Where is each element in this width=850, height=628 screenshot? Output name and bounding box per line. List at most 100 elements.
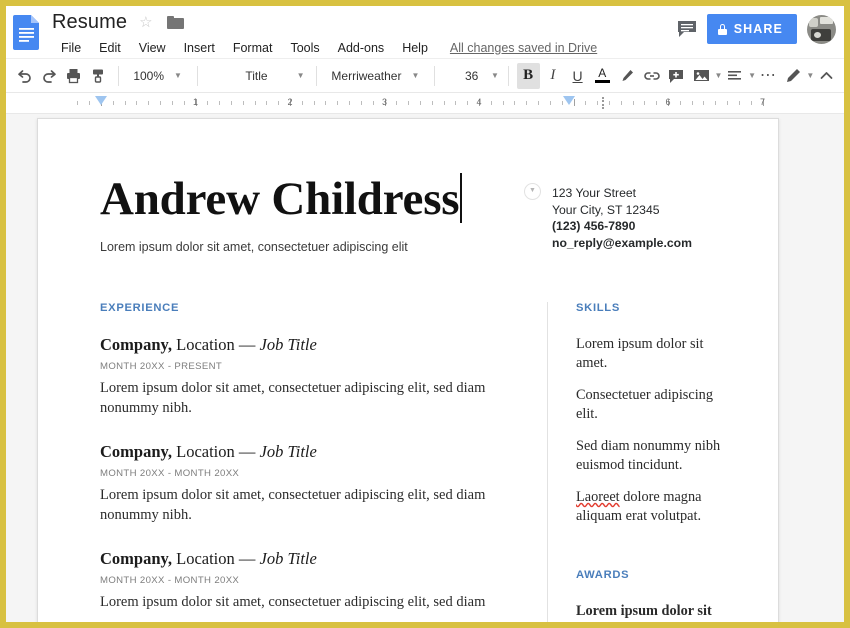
underline-button[interactable]: U xyxy=(566,63,589,89)
ruler-tick xyxy=(514,101,516,105)
menu-item-addons[interactable]: Add-ons xyxy=(329,38,394,58)
ruler-tick xyxy=(490,101,492,105)
toolbar-divider xyxy=(434,65,436,86)
ruler-tick xyxy=(597,101,599,105)
chevron-down-icon[interactable]: ▼ xyxy=(748,71,756,80)
ruler-tick xyxy=(443,101,445,105)
paint-format-icon[interactable] xyxy=(87,63,110,89)
toolbar-divider xyxy=(196,65,198,86)
ruler-tick xyxy=(124,101,126,105)
edit-pencil-icon[interactable] xyxy=(782,63,805,89)
experience-entry[interactable]: Company, Location — Job Title MONTH 20XX… xyxy=(100,442,525,525)
job-location: Location xyxy=(176,335,235,354)
share-button[interactable]: SHARE xyxy=(706,14,797,44)
menu-item-format[interactable]: Format xyxy=(224,38,282,58)
paragraph-style-select[interactable]: Title ▼ xyxy=(204,64,308,88)
ruler-tick xyxy=(538,101,540,105)
insert-image-icon[interactable] xyxy=(690,63,713,89)
font-size-select[interactable]: 36 ▼ xyxy=(442,64,501,88)
italic-button[interactable]: I xyxy=(542,63,565,89)
text-color-swatch xyxy=(594,80,610,83)
text-color-button[interactable]: A xyxy=(591,63,614,89)
folder-icon[interactable] xyxy=(166,15,184,29)
google-docs-window: Resume ☆ File Edit View Insert Format To… xyxy=(0,0,850,628)
zoom-select[interactable]: 100% ▼ xyxy=(126,64,190,88)
font-family-select[interactable]: Merriweather ▼ xyxy=(323,64,427,88)
share-button-label: SHARE xyxy=(733,22,783,36)
google-docs-icon[interactable] xyxy=(12,14,42,50)
award-entry[interactable]: Lorem ipsum dolor sit amet Consectetuer … xyxy=(576,602,724,622)
undo-icon[interactable] xyxy=(13,63,36,89)
highlight-pen-icon[interactable] xyxy=(616,63,639,89)
menu-item-view[interactable]: View xyxy=(130,38,175,58)
paragraph-style-value: Title xyxy=(245,68,268,83)
bold-button[interactable]: B xyxy=(516,62,540,89)
menu-item-insert[interactable]: Insert xyxy=(175,38,224,58)
chevron-down-icon[interactable]: ▼ xyxy=(714,71,722,80)
ruler-tick xyxy=(620,101,622,105)
ruler-tick xyxy=(656,101,658,105)
ruler[interactable]: 1 2 3 4 6 7 xyxy=(6,92,844,114)
left-indent-marker[interactable] xyxy=(95,96,107,105)
ruler-number: 6 xyxy=(665,97,671,107)
misspelled-word[interactable]: Laoreet xyxy=(576,489,620,505)
ruler-scale: 1 2 3 4 6 7 xyxy=(43,93,785,113)
resume-body: EXPERIENCE Company, Location — Job Title… xyxy=(100,302,724,622)
job-heading: Company, Location — Job Title xyxy=(100,549,525,569)
skill-item[interactable]: Lorem ipsum dolor sit amet. xyxy=(576,335,724,373)
skill-item[interactable]: Consectetuer adipiscing elit. xyxy=(576,386,724,424)
toolbar-divider xyxy=(117,65,119,86)
ruler-tick xyxy=(467,101,469,105)
ruler-tick xyxy=(171,101,173,105)
ruler-number: 3 xyxy=(381,97,388,107)
ruler-tick xyxy=(219,101,221,105)
job-dates: MONTH 20XX - MONTH 20XX xyxy=(100,468,240,479)
chevron-down-icon[interactable]: ▼ xyxy=(806,71,814,80)
menu-item-tools[interactable]: Tools xyxy=(281,38,328,58)
resume-tagline[interactable]: Lorem ipsum dolor sit amet, consectetuer… xyxy=(100,238,530,256)
ruler-number: 7 xyxy=(759,97,766,107)
menu-item-help[interactable]: Help xyxy=(393,38,437,58)
toolbar-divider xyxy=(507,65,509,86)
ruler-tick xyxy=(325,101,327,105)
resume-name[interactable]: Andrew Childress xyxy=(100,171,463,227)
font-family-value: Merriweather xyxy=(331,68,402,83)
chevron-down-icon: ▼ xyxy=(491,70,499,80)
menu-item-edit[interactable]: Edit xyxy=(90,38,130,58)
ruler-tick xyxy=(431,101,433,105)
comment-icon[interactable] xyxy=(677,20,697,38)
document-canvas[interactable]: Andrew Childress Lorem ipsum dolor sit a… xyxy=(6,114,844,622)
ruler-tick xyxy=(278,101,280,105)
collapse-toolbar-icon[interactable] xyxy=(815,63,838,89)
star-outline-icon[interactable]: ☆ xyxy=(139,15,152,30)
job-heading: Company, Location — Job Title xyxy=(100,442,525,462)
ruler-tick xyxy=(738,101,740,105)
contact-block[interactable]: ▼ 123 Your Street Your City, ST 12345 (1… xyxy=(524,183,692,251)
document-page[interactable]: Andrew Childress Lorem ipsum dolor sit a… xyxy=(37,118,779,622)
page-title[interactable]: Resume xyxy=(52,9,127,35)
ruler-tick xyxy=(230,101,232,105)
redo-icon[interactable] xyxy=(38,63,61,89)
experience-entry[interactable]: Company, Location — Job Title MONTH 20XX… xyxy=(100,549,525,612)
ruler-tick xyxy=(266,101,268,105)
ruler-tick xyxy=(408,101,410,105)
tab-stop[interactable] xyxy=(601,97,605,109)
ruler-tick xyxy=(703,101,705,105)
job-description: Lorem ipsum dolor sit amet, consectetuer… xyxy=(100,594,486,610)
more-options-icon[interactable]: ⋯ xyxy=(757,63,780,89)
add-comment-icon[interactable] xyxy=(665,63,688,89)
print-icon[interactable] xyxy=(62,63,85,89)
skill-item[interactable]: Sed diam nonummy nibh euismod tincidunt. xyxy=(576,437,724,475)
avatar[interactable] xyxy=(807,14,836,44)
right-indent-marker[interactable] xyxy=(562,96,575,105)
experience-entry[interactable]: Company, Location — Job Title MONTH 20XX… xyxy=(100,335,525,418)
skill-item[interactable]: Laoreet dolore magna aliquam erat volutp… xyxy=(576,488,724,526)
job-title: Job Title xyxy=(259,335,317,354)
save-status[interactable]: All changes saved in Drive xyxy=(450,41,597,55)
insert-link-icon[interactable] xyxy=(640,63,663,89)
ruler-tick xyxy=(254,101,256,105)
align-left-icon[interactable] xyxy=(723,63,746,89)
ruler-number: 1 xyxy=(192,97,199,107)
menu-item-file[interactable]: File xyxy=(52,38,90,58)
chevron-down-icon[interactable]: ▼ xyxy=(524,183,541,200)
